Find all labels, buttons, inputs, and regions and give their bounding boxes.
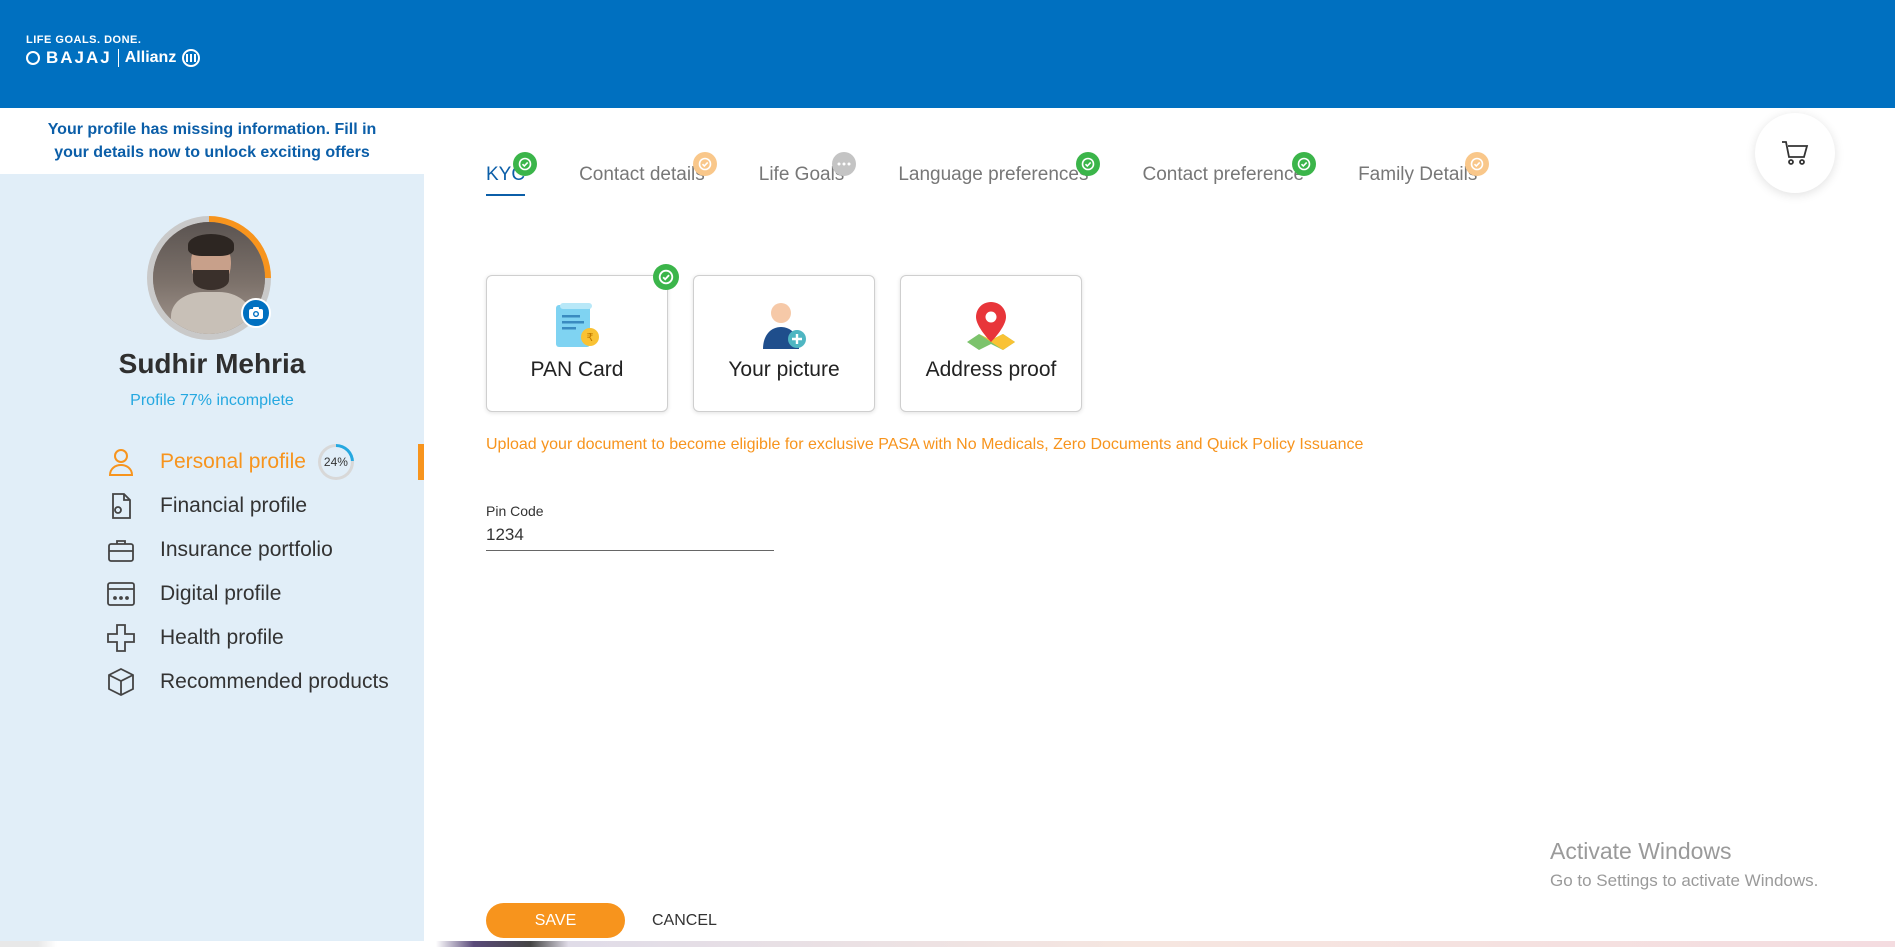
- document-label: Your picture: [728, 358, 840, 381]
- pending-check-icon: [1465, 152, 1490, 176]
- tab-kyc[interactable]: KYC: [486, 152, 538, 196]
- logo-tagline: LIFE GOALS. DONE.: [26, 34, 142, 46]
- more-dots-icon: [832, 152, 857, 176]
- person-icon: [104, 445, 138, 479]
- pan-card-upload-card[interactable]: ₹ PAN Card: [486, 264, 679, 412]
- sidebar-item-insurance-portfolio[interactable]: Insurance portfolio: [104, 528, 424, 572]
- sidebar-item-label: Digital profile: [160, 582, 282, 605]
- sidebar-item-financial-profile[interactable]: Financial profile: [104, 484, 424, 528]
- tab-label: Contact preference: [1142, 164, 1305, 185]
- profile-completion-status: Profile 77% incomplete: [130, 392, 294, 409]
- bajaj-allianz-logo[interactable]: LIFE GOALS. DONE. BAJAJ Allianz: [26, 34, 201, 68]
- pan-card-icon: ₹: [547, 300, 607, 352]
- avatar-progress-ring: [147, 216, 271, 340]
- pending-check-icon: [692, 152, 717, 176]
- cancel-button[interactable]: CANCEL: [652, 903, 717, 938]
- address-proof-upload-card[interactable]: Address proof: [900, 275, 1082, 412]
- sidebar-item-personal-profile[interactable]: Personal profile 24%: [104, 440, 424, 484]
- check-circle-icon: [513, 152, 538, 176]
- sidebar-item-digital-profile[interactable]: Digital profile: [104, 572, 424, 616]
- check-circle-icon: [653, 264, 679, 290]
- check-circle-icon: [1076, 152, 1101, 176]
- sidebar-item-label: Personal profile: [160, 450, 306, 473]
- map-pin-icon: [961, 300, 1021, 352]
- tab-contact-details[interactable]: Contact details: [579, 152, 717, 196]
- cart-button[interactable]: [1755, 113, 1835, 193]
- cart-icon: [1782, 141, 1809, 165]
- kyc-document-cards: ₹ PAN Card Your picture Address proof: [486, 264, 1082, 412]
- logo-wordmark: BAJAJ Allianz: [26, 48, 201, 68]
- document-label: Address proof: [925, 358, 1057, 381]
- check-circle-icon: [1292, 152, 1317, 176]
- svg-text:₹: ₹: [587, 331, 594, 344]
- sidebar-item-health-profile[interactable]: Health profile: [104, 616, 424, 660]
- sidebar-item-label: Recommended products: [160, 670, 389, 693]
- pin-code-label: Pin Code: [486, 503, 544, 519]
- your-picture-upload-card[interactable]: Your picture: [693, 275, 875, 412]
- box-icon: [104, 665, 138, 699]
- sidebar-item-label: Insurance portfolio: [160, 538, 333, 561]
- sidebar-item-label: Financial profile: [160, 494, 308, 517]
- profile-sidebar: Sudhir Mehria Profile 77% incomplete Per…: [0, 174, 424, 947]
- tab-label: Contact details: [579, 164, 705, 185]
- change-photo-button[interactable]: [241, 298, 271, 328]
- briefcase-icon: [104, 533, 138, 567]
- add-user-icon: [754, 300, 814, 352]
- sidebar-item-label: Health profile: [160, 626, 284, 649]
- bajaj-mark-icon: [26, 51, 40, 65]
- watermark-subtitle: Go to Settings to activate Windows.: [1550, 871, 1819, 890]
- browser-window-icon: [104, 577, 138, 611]
- tab-family-details[interactable]: Family Details: [1358, 152, 1490, 196]
- document-icon: [104, 489, 138, 523]
- watermark-title: Activate Windows: [1550, 838, 1732, 864]
- save-button[interactable]: SAVE: [486, 903, 625, 938]
- profile-tabs: KYC Contact details Life Goals Language …: [486, 152, 1531, 196]
- profile-nav: Personal profile 24% Financial profile I…: [104, 440, 424, 704]
- missing-info-banner[interactable]: Your profile has missing information. Fi…: [0, 108, 424, 174]
- pin-code-input[interactable]: [486, 523, 774, 551]
- user-name: Sudhir Mehria: [118, 348, 306, 379]
- taskbar-edge: [0, 941, 1895, 947]
- app-root: LIFE GOALS. DONE. BAJAJ Allianz Your pro…: [0, 0, 1895, 947]
- logo-divider: [117, 49, 119, 67]
- activate-windows-watermark: Activate Windows Go to Settings to activ…: [1550, 838, 1818, 891]
- pin-code-field: Pin Code: [486, 503, 774, 551]
- progress-percent: 24%: [320, 447, 351, 477]
- tab-label: Family Details: [1358, 164, 1478, 185]
- personal-profile-progress-badge: 24%: [317, 444, 354, 480]
- camera-icon: [249, 307, 263, 319]
- tab-life-goals[interactable]: Life Goals: [759, 152, 857, 196]
- logo-brand: BAJAJ: [46, 48, 112, 67]
- tab-contact-preference[interactable]: Contact preference: [1142, 152, 1317, 196]
- allianz-mark-icon: [182, 49, 201, 67]
- top-header: LIFE GOALS. DONE. BAJAJ Allianz: [0, 0, 1895, 108]
- tab-language-preferences[interactable]: Language preferences: [898, 152, 1101, 196]
- logo-partner: Allianz: [124, 49, 177, 66]
- upload-eligibility-notice: Upload your document to become eligible …: [486, 436, 1364, 453]
- document-label: PAN Card: [530, 358, 624, 381]
- tab-label: Language preferences: [898, 164, 1089, 185]
- medical-cross-icon: [104, 621, 138, 655]
- sidebar-item-recommended-products[interactable]: Recommended products: [104, 660, 424, 704]
